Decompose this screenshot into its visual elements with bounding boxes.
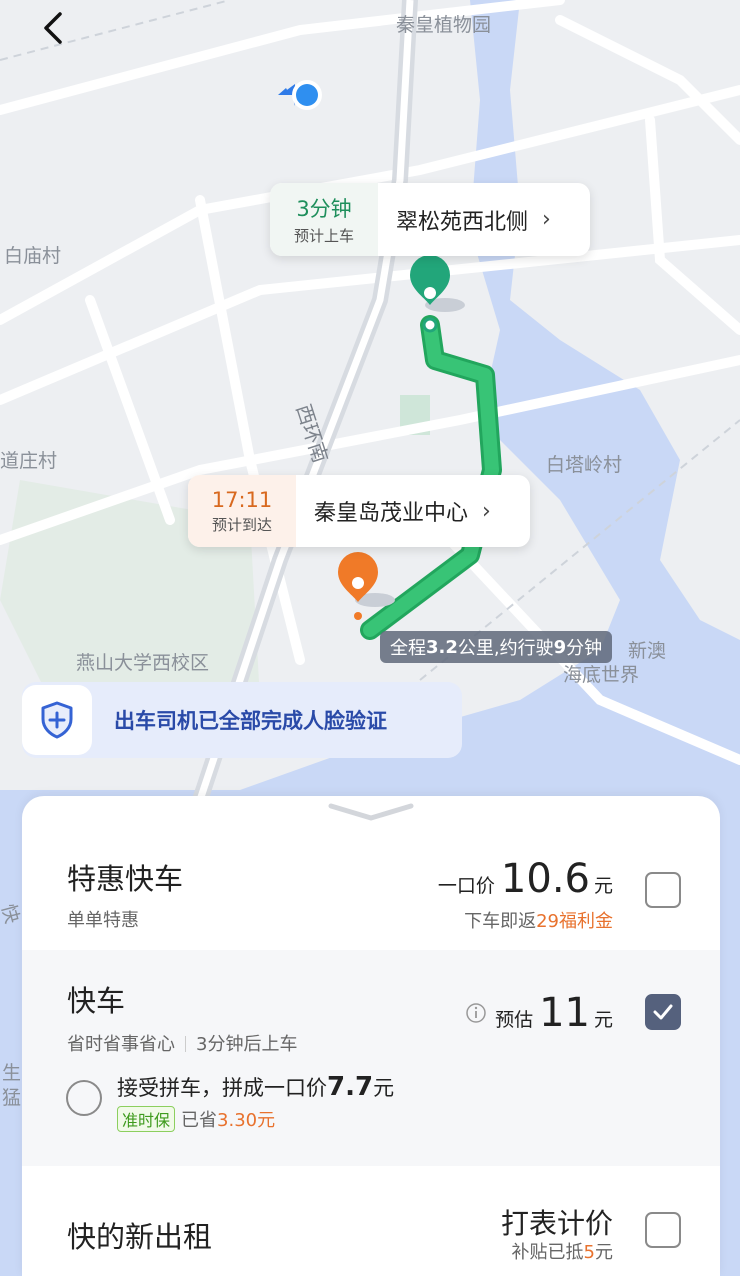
option-sub: 省时省事省心 3分钟后上车 xyxy=(67,1030,297,1056)
collapse-handle-icon[interactable] xyxy=(326,800,416,824)
carpool-unit: 元 xyxy=(373,1076,395,1100)
option-price: 打表计价 xyxy=(501,1202,613,1242)
carpool-price: 7.7 xyxy=(327,1072,374,1102)
map-label-haidi: 海底世界 xyxy=(563,664,640,686)
route-duration: 9 xyxy=(553,636,567,658)
dropoff-bubble[interactable]: 17:11 预计到达 秦皇岛茂业中心 › xyxy=(188,475,530,547)
carpool-radio[interactable] xyxy=(66,1080,102,1116)
saved-amount: 3.30元 xyxy=(217,1110,276,1131)
option-note: 补贴已抵5元 xyxy=(512,1238,613,1264)
info-icon[interactable] xyxy=(465,1002,487,1024)
option-taxi[interactable]: 快的新出租 打表计价 补贴已抵5元 xyxy=(22,1166,720,1276)
note-amount: 5 xyxy=(583,1242,595,1263)
option-name: 快的新出租 xyxy=(67,1220,213,1254)
chevron-right-icon: › xyxy=(542,207,551,232)
note-prefix: 补贴已抵 xyxy=(511,1242,584,1263)
shield-plus-icon xyxy=(22,685,92,755)
option-price: 一口价 10.6 元 xyxy=(438,856,613,902)
carpool-label: 接受拼车，拼成一口价7.7元 xyxy=(117,1072,394,1102)
checkmark-icon xyxy=(653,1004,673,1020)
chevron-right-icon: › xyxy=(482,498,491,524)
carpool-note: 准时保 已省3.30元 xyxy=(117,1106,275,1132)
price-value: 11 xyxy=(539,990,590,1036)
select-checkbox[interactable] xyxy=(645,872,681,908)
carpool-text: 接受拼车，拼成一口价 xyxy=(117,1076,327,1100)
price-prefix: 一口价 xyxy=(437,875,495,897)
price-unit: 元 xyxy=(593,875,613,897)
route-summary-suffix: 分钟 xyxy=(566,638,603,659)
map-label-baita: 白塔岭村 xyxy=(546,454,623,476)
select-checkbox[interactable] xyxy=(645,1212,681,1248)
price-value: 10.6 xyxy=(500,856,590,902)
option-name: 快车 xyxy=(67,984,126,1018)
dropoff-eta: 17:11 xyxy=(211,487,273,512)
dropoff-place: 秦皇岛茂业中心 xyxy=(314,501,469,526)
option-sub: 单单特惠 xyxy=(67,910,139,931)
meter-price-label: 打表计价 xyxy=(500,1207,613,1240)
saved-prefix: 已省 xyxy=(181,1110,218,1131)
note-unit: 元 xyxy=(595,1242,613,1263)
verification-text: 出车司机已全部完成人脸验证 xyxy=(114,709,387,733)
note-highlight: 29福利金 xyxy=(536,911,613,932)
chevron-left-icon xyxy=(44,12,62,44)
map-label-meng: 猛 xyxy=(2,1087,22,1109)
option-kuaiche[interactable]: 快车 省时省事省心 3分钟后上车 预估 11 元 接受拼车，拼成一口价7.7元 准… xyxy=(22,950,720,1166)
price-prefix: 预估 xyxy=(495,1009,534,1031)
option-sub-1: 省时省事省心 xyxy=(67,1034,175,1055)
pickup-eta: 3分钟 xyxy=(296,197,352,221)
pickup-place: 翠松苑西北侧 xyxy=(396,209,529,235)
route-summary: 全程 3.2 公里,约行驶 9 分钟 xyxy=(380,631,613,663)
route-distance: 3.2 xyxy=(426,636,458,658)
map-label-botanical-garden: 秦皇植物园 xyxy=(396,14,492,36)
pickup-bubble[interactable]: 3分钟 预计上车 翠松苑西北侧 › xyxy=(270,183,590,256)
back-button[interactable] xyxy=(30,6,76,52)
route-summary-mid: 公里,约行驶 xyxy=(457,638,554,659)
option-price: 预估 11 元 xyxy=(465,990,613,1036)
dropoff-caption: 预计到达 xyxy=(211,515,272,534)
option-sub-2: 3分钟后上车 xyxy=(196,1034,298,1055)
map-label-sheng: 生 xyxy=(2,1062,22,1084)
note-prefix: 下车即返 xyxy=(464,911,537,932)
select-checkbox[interactable] xyxy=(645,994,681,1030)
driver-verification-banner[interactable]: 出车司机已全部完成人脸验证 xyxy=(22,682,462,758)
ride-options-sheet: 特惠快车 单单特惠 一口价 10.6 元 下车即返29福利金 快车 省时省事省心… xyxy=(22,796,720,1276)
on-time-badge: 准时保 xyxy=(117,1106,176,1132)
map-label-baimiao: 白庙村 xyxy=(4,245,62,267)
option-note: 下车即返29福利金 xyxy=(464,907,613,933)
map-label-xinao: 新澳 xyxy=(628,640,667,662)
map-label-yanshan: 燕山大学西校区 xyxy=(76,652,210,674)
option-tehui-kuaiche[interactable]: 特惠快车 单单特惠 一口价 10.6 元 下车即返29福利金 xyxy=(22,826,720,950)
pickup-caption: 预计上车 xyxy=(293,227,354,245)
route-summary-prefix: 全程 xyxy=(390,638,426,659)
map-label-daozhuang: 道庄村 xyxy=(0,450,58,472)
option-name: 特惠快车 xyxy=(67,862,184,896)
price-unit: 元 xyxy=(593,1009,613,1031)
